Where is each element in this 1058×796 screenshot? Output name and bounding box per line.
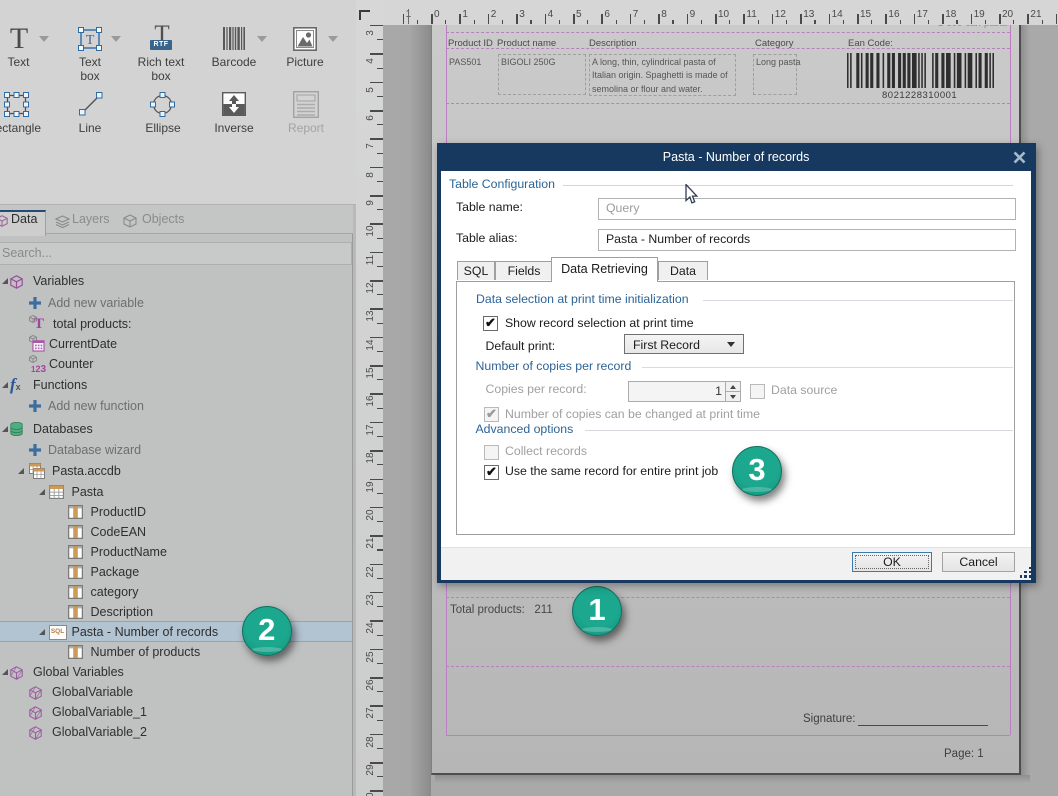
svg-text:T: T xyxy=(86,33,95,48)
